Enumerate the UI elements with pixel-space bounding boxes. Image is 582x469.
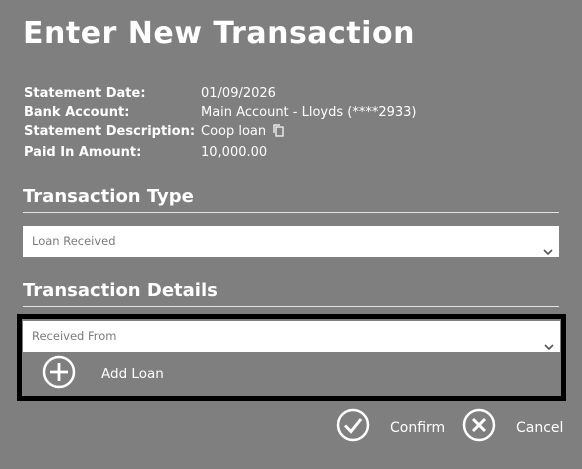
statement-date-row: Statement Date: 01/09/2026: [24, 86, 564, 105]
dialog-actions: Confirm Cancel: [336, 408, 576, 442]
x-circle-icon: [462, 408, 496, 447]
plus-circle-icon: [42, 355, 76, 394]
cancel-label: Cancel: [516, 419, 564, 436]
statement-description-value: Coop loan: [201, 124, 267, 139]
transaction-type-heading: Transaction Type: [23, 186, 559, 213]
paid-in-amount-row: Paid In Amount: 10,000.00: [24, 145, 564, 164]
confirm-label: Confirm: [390, 419, 446, 436]
received-from-placeholder: Received From: [32, 329, 117, 343]
cancel-button[interactable]: Cancel: [462, 408, 563, 447]
page-title: Enter New Transaction: [23, 16, 415, 51]
statement-date-label: Statement Date:: [24, 86, 146, 101]
copy-icon[interactable]: [273, 124, 284, 141]
transaction-type-selected: Loan Received: [32, 234, 116, 248]
add-loan-label: Add Loan: [101, 366, 164, 382]
bank-account-label: Bank Account:: [24, 105, 130, 120]
statement-description-label: Statement Description:: [24, 124, 196, 139]
statement-description-value-wrap: Coop loan: [201, 124, 284, 141]
add-loan-button[interactable]: Add Loan: [42, 355, 342, 394]
bank-account-value: Main Account - Lloyds (****2933): [201, 105, 417, 120]
check-circle-icon: [336, 408, 370, 447]
statement-date-value: 01/09/2026: [201, 86, 276, 101]
chevron-down-icon: [544, 332, 554, 363]
paid-in-amount-label: Paid In Amount:: [24, 145, 142, 160]
statement-description-row: Statement Description: Coop loan: [24, 124, 564, 143]
transaction-details-heading: Transaction Details: [23, 280, 559, 307]
paid-in-amount-value: 10,000.00: [201, 145, 268, 160]
statement-info: Statement Date: 01/09/2026 Bank Account:…: [24, 86, 564, 164]
bank-account-row: Bank Account: Main Account - Lloyds (***…: [24, 105, 564, 124]
received-from-select[interactable]: Received From: [23, 321, 560, 352]
received-from-panel: Received From Add Loan: [17, 314, 566, 401]
transaction-type-select[interactable]: Loan Received: [23, 226, 559, 257]
confirm-button[interactable]: Confirm: [336, 408, 445, 447]
chevron-down-icon: [543, 237, 553, 268]
